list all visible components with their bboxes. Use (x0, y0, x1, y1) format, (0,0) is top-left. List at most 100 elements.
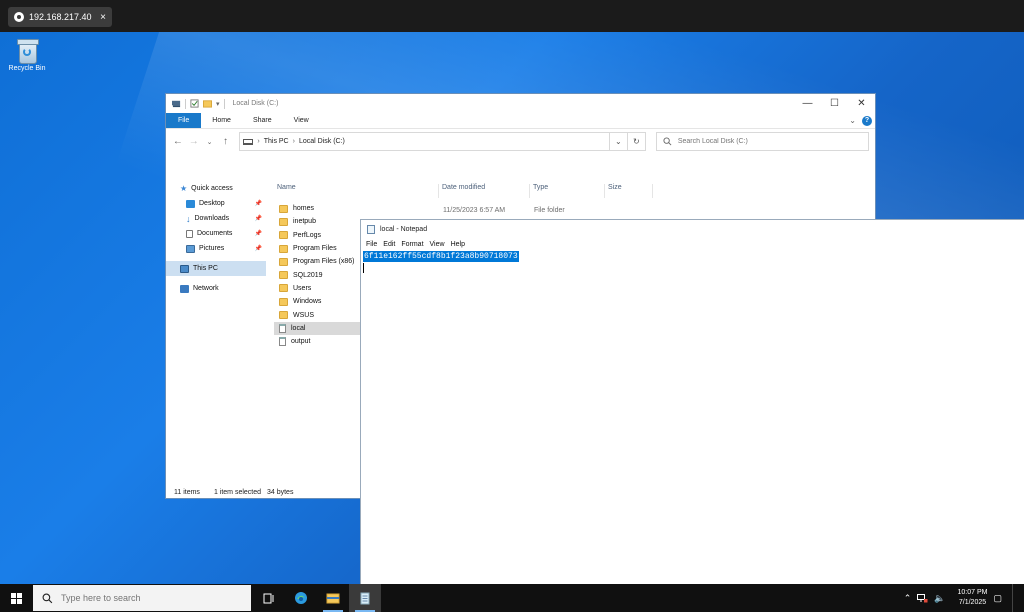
homes-date-modified: 11/25/2023 6:57 AM (443, 207, 506, 214)
column-name[interactable]: Name (274, 184, 439, 198)
close-button[interactable]: ✕ (848, 94, 875, 113)
windows-logo-icon (11, 592, 22, 604)
star-icon: ★ (180, 184, 188, 193)
back-arrow-icon[interactable]: ← (172, 136, 184, 147)
clock[interactable]: 10:07 PM 7/1/2025 (958, 588, 988, 608)
text-file-icon (279, 323, 286, 333)
search-input[interactable] (677, 138, 858, 145)
folder-icon (279, 311, 288, 320)
nav-downloads[interactable]: ↓ Downloads 📌 (166, 211, 266, 226)
notifications-icon[interactable]: ▢ (993, 593, 1002, 604)
maximize-button[interactable]: ☐ (821, 94, 848, 113)
file-name: SQL2019 (293, 271, 323, 279)
column-date-modified[interactable]: Date modified (439, 184, 530, 198)
start-button[interactable] (0, 584, 33, 612)
pin-icon[interactable]: 📌 (255, 215, 262, 222)
show-desktop-button[interactable] (1012, 584, 1016, 612)
file-explorer-button[interactable] (317, 584, 349, 612)
minimize-icon: — (802, 98, 813, 109)
navigation-pane: ★ Quick access Desktop 📌 ↓ Downloads 📌 D… (166, 180, 266, 480)
explorer-app-icon (172, 100, 181, 108)
file-name: local (291, 324, 306, 332)
properties-icon[interactable] (190, 99, 199, 108)
tab-file[interactable]: File (166, 113, 202, 128)
breadcrumb-separator-icon: › (292, 138, 295, 145)
selected-text[interactable]: 6f11e162ff55cdf8b1f23a8b90718073 (363, 251, 519, 262)
nav-this-pc[interactable]: This PC (166, 261, 266, 276)
pin-icon[interactable]: 📌 (255, 200, 262, 207)
tab-home[interactable]: Home (201, 113, 242, 128)
menu-help[interactable]: Help (450, 241, 470, 248)
download-icon: ↓ (186, 213, 191, 224)
menu-edit[interactable]: Edit (382, 241, 400, 248)
task-view-icon (263, 593, 274, 603)
file-row-homes[interactable]: homes (274, 202, 876, 215)
pin-icon[interactable]: 📌 (255, 245, 262, 252)
menu-format[interactable]: Format (400, 241, 428, 248)
status-selected-size: 34 bytes (266, 488, 294, 496)
this-pc-icon (243, 138, 254, 145)
address-bar[interactable]: › This PC › Local Disk (C:) ⌄ ↻ (239, 132, 646, 151)
nav-documents[interactable]: Documents 📌 (166, 226, 266, 241)
folder-icon (279, 271, 288, 280)
menu-file[interactable]: File (365, 241, 382, 248)
nav-label: Downloads (194, 215, 230, 222)
customize-quick-access-icon[interactable]: ▾ (216, 100, 220, 108)
explorer-titlebar[interactable]: ▾ Local Disk (C:) — ☐ ✕ (166, 94, 875, 113)
nav-network[interactable]: Network (166, 281, 266, 296)
expand-ribbon-icon[interactable]: ⌄ (849, 116, 856, 125)
nav-pictures[interactable]: Pictures 📌 (166, 241, 266, 256)
clock-time: 10:07 PM (957, 589, 988, 596)
close-icon: ✕ (857, 98, 866, 109)
breadcrumb-this-pc[interactable]: This PC (264, 138, 289, 145)
close-tab-icon[interactable]: × (100, 12, 106, 23)
search-icon (42, 593, 53, 603)
recent-locations-icon[interactable]: ⌄ (204, 138, 216, 146)
volume-muted-icon[interactable]: 🔈 (934, 593, 945, 604)
folder-icon (279, 204, 288, 213)
remote-session-icon (14, 12, 24, 22)
status-selection: 1 item selected 34 bytes (214, 489, 294, 496)
breadcrumb-separator-icon: › (257, 138, 260, 145)
file-name: Users (293, 284, 312, 292)
computer-icon (180, 264, 189, 273)
edge-button[interactable] (285, 584, 317, 612)
nav-label: This PC (193, 265, 218, 272)
recycle-bin-shortcut[interactable]: Recycle Bin (6, 38, 48, 72)
forward-arrow-icon[interactable]: → (188, 136, 200, 147)
column-size[interactable]: Size (605, 184, 653, 198)
show-hidden-icons-icon[interactable]: ⌃ (904, 593, 912, 604)
homes-type: File folder (534, 207, 565, 214)
up-arrow-icon[interactable]: ↑ (220, 136, 232, 147)
nav-quick-access[interactable]: ★ Quick access (166, 181, 266, 196)
network-status-icon[interactable] (917, 593, 928, 603)
notepad-button[interactable] (349, 584, 381, 612)
help-icon[interactable]: ? (862, 115, 872, 126)
rdp-session-tab[interactable]: 192.168.217.40 × (8, 7, 112, 27)
notepad-titlebar[interactable]: local - Notepad (361, 220, 1024, 238)
menu-view[interactable]: View (429, 241, 450, 248)
tab-share[interactable]: Share (242, 113, 283, 128)
notepad-text-area[interactable]: 6f11e162ff55cdf8b1f23a8b90718073 (363, 251, 1024, 584)
text-caret (363, 263, 364, 273)
taskbar-search-input[interactable] (61, 593, 231, 603)
status-selected-count: 1 item selected (213, 488, 262, 496)
maximize-icon: ☐ (830, 98, 839, 109)
nav-label: Desktop (199, 200, 225, 207)
refresh-icon[interactable]: ↻ (626, 133, 645, 150)
minimize-button[interactable]: — (794, 94, 821, 113)
new-folder-icon[interactable] (203, 99, 212, 108)
recycle-bin-label: Recycle Bin (8, 65, 46, 72)
search-icon (663, 137, 672, 146)
tab-view[interactable]: View (283, 113, 320, 128)
breadcrumb-local-disk[interactable]: Local Disk (C:) (299, 138, 345, 145)
pin-icon[interactable]: 📌 (255, 230, 262, 237)
address-dropdown-icon[interactable]: ⌄ (608, 133, 627, 150)
notepad-title: local - Notepad (380, 225, 428, 233)
taskbar-search[interactable] (33, 585, 251, 611)
search-box[interactable] (655, 132, 870, 151)
pictures-icon (186, 244, 195, 253)
task-view-button[interactable] (253, 584, 285, 612)
nav-desktop[interactable]: Desktop 📌 (166, 196, 266, 211)
column-type[interactable]: Type (530, 184, 605, 198)
